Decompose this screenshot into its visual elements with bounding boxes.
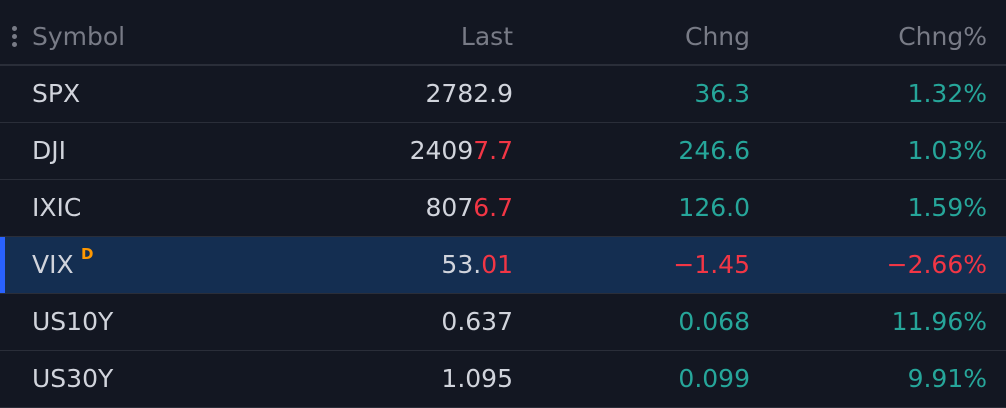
table-row-us30y[interactable]: US30Y 1.095 0.099 9.91%: [0, 351, 1006, 408]
last-price-main: 0.637: [441, 307, 513, 336]
last-price-cell: 2782.9: [426, 77, 513, 111]
table-row-spx[interactable]: SPX 2782.9 36.3 1.32%: [0, 66, 1006, 123]
symbol-cell: DJI: [32, 136, 66, 165]
watchlist-panel: Symbol Last Chng Chng% SPX 2782.9 36.3 1…: [0, 0, 1006, 408]
last-price-tick: 6.7: [473, 193, 513, 222]
table-row-us10y[interactable]: US10Y 0.637 0.068 11.96%: [0, 294, 1006, 351]
symbol-cell: SPX: [32, 79, 81, 108]
change-cell: 126.0: [678, 193, 750, 222]
change-cell: 36.3: [694, 79, 750, 108]
last-price-main: 2782.9: [425, 79, 513, 108]
last-price-cell: 53.01: [441, 248, 513, 282]
change-cell: 0.068: [678, 307, 750, 336]
vertical-dots-icon[interactable]: [12, 26, 18, 48]
change-percent-cell: 1.59%: [907, 193, 987, 222]
last-price-tick: 7.7: [473, 136, 513, 165]
table-row-ixic[interactable]: IXIC 8076.7 126.0 1.59%: [0, 180, 1006, 237]
last-price-main: 53.: [441, 250, 482, 279]
last-price-tick: 01: [481, 250, 513, 279]
column-header-chng[interactable]: Chng: [685, 20, 750, 54]
change-percent-cell: 1.03%: [907, 136, 987, 165]
last-price-cell: 8076.7: [426, 191, 513, 225]
last-price-main: 2409: [409, 136, 474, 165]
last-price-cell: 1.095: [441, 362, 513, 396]
change-cell: 246.6: [678, 136, 750, 165]
symbol-cell: US30Y: [32, 364, 114, 393]
change-cell: −1.45: [673, 250, 750, 279]
last-price-main: 807: [425, 193, 474, 222]
column-header-last[interactable]: Last: [461, 20, 513, 54]
delayed-data-badge[interactable]: D: [81, 245, 93, 263]
change-percent-cell: 11.96%: [891, 307, 987, 336]
change-percent-cell: −2.66%: [886, 250, 987, 279]
change-cell: 0.099: [678, 364, 750, 393]
symbol-cell: IXIC: [32, 193, 82, 222]
symbol-cell: US10Y: [32, 307, 114, 336]
symbol-cell: VIX: [32, 250, 74, 279]
table-row-vix[interactable]: VIX D 53.01 −1.45 −2.66%: [0, 237, 1006, 294]
change-percent-cell: 9.91%: [907, 364, 987, 393]
last-price-cell: 24097.7: [410, 134, 513, 168]
last-price-cell: 0.637: [441, 305, 513, 339]
watchlist-rows: SPX 2782.9 36.3 1.32% DJI 24097.7 246.6 …: [0, 66, 1006, 408]
column-header-symbol[interactable]: Symbol: [32, 20, 125, 54]
table-row-dji[interactable]: DJI 24097.7 246.6 1.03%: [0, 123, 1006, 180]
last-price-main: 1.095: [441, 364, 513, 393]
watchlist-header: Symbol Last Chng Chng%: [0, 0, 1006, 66]
change-percent-cell: 1.32%: [907, 79, 987, 108]
column-header-chng-pct[interactable]: Chng%: [898, 20, 987, 54]
